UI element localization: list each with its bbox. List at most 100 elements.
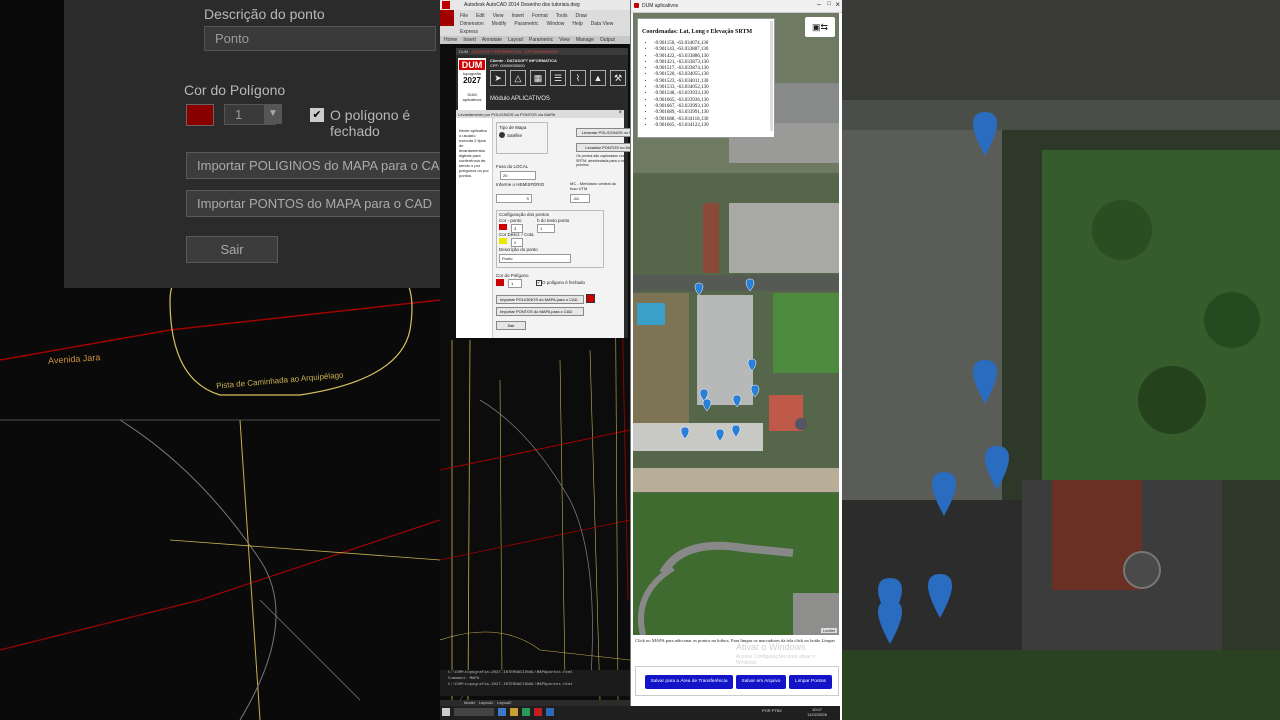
menu-file[interactable]: File: [460, 13, 468, 19]
poly-size-input[interactable]: 1: [508, 279, 522, 288]
chevron-down-icon[interactable]: ▼: [264, 104, 282, 124]
map-icon[interactable]: ▦: [530, 70, 546, 86]
leaflet-attribution[interactable]: Leaflet: [820, 628, 837, 633]
mountain-icon[interactable]: ▲: [590, 70, 606, 86]
map-markers: [680, 278, 760, 442]
browser-icon[interactable]: [546, 708, 554, 716]
doc-tab[interactable]: DUM: [459, 49, 468, 54]
cor-ponto-label: Cor - ponto: [499, 218, 522, 223]
clock[interactable]: 10:07 11/02/2026: [800, 707, 834, 717]
import-polygons-button[interactable]: Importar POLIGINOS do MAPA para o CAD: [186, 152, 440, 179]
menu-parametric[interactable]: Parametric: [514, 21, 538, 27]
app-icon: [634, 3, 639, 8]
polygon-color-label: Cor do Polígono: [184, 82, 286, 98]
descricao-input[interactable]: Ponto: [499, 254, 571, 263]
app-icon[interactable]: [498, 708, 506, 716]
poly-color-label: Cor do Polígono: [496, 273, 529, 278]
menu-express[interactable]: Express: [460, 29, 478, 35]
description-input[interactable]: Ponto: [204, 26, 436, 51]
subwindow-title: Levantamento por POLIGINOS ou PONTOS via…: [458, 112, 556, 117]
satellite-map[interactable]: ▣⇆ Coordenadas: Lat, Long e Elevação SRT…: [633, 13, 839, 635]
autocad-app-button[interactable]: [440, 10, 454, 26]
close-icon[interactable]: ×: [618, 110, 622, 116]
import-polygons-small-button[interactable]: Importar POLIGINOS do MAPA para o CAD: [496, 295, 584, 304]
search-box[interactable]: [454, 708, 494, 716]
h-texto-input[interactable]: 1: [537, 224, 555, 233]
ribbon-tab-manage[interactable]: Manage: [576, 37, 594, 43]
windows-watermark-text: Acesse Configurações para ativar o Windo…: [736, 654, 816, 666]
map-type-option[interactable]: Satélite: [499, 132, 522, 138]
ribbon-tab-output[interactable]: Output: [600, 37, 615, 43]
point-color-swatch[interactable]: [499, 224, 507, 230]
dum-subwindow: Levantamento por POLIGINOS ou PONTOS via…: [456, 110, 630, 338]
profile-icon[interactable]: ⌇: [570, 70, 586, 86]
points-note: Os pontos são capturados com a cota SRTM…: [576, 154, 630, 167]
ribbon-tab-layout[interactable]: Layout: [508, 37, 523, 43]
stop-icon[interactable]: [586, 294, 595, 303]
menu-data-view[interactable]: Data View: [591, 21, 614, 27]
save-clipboard-button[interactable]: Salvar para a Área de Transferência: [645, 675, 733, 689]
menu-edit[interactable]: Edit: [476, 13, 485, 19]
descr-color-swatch[interactable]: [499, 238, 507, 244]
capture-polygons-button[interactable]: Levantar POLIGONOS no MAPA: [576, 128, 630, 137]
menu-window[interactable]: Window: [547, 21, 565, 27]
autocad-title: Autodesk AutoCAD 2014 Desenho dos tutori…: [464, 2, 580, 8]
minimize-icon[interactable]: –: [817, 1, 821, 8]
descr-size-input[interactable]: 2: [511, 238, 523, 247]
menu-help[interactable]: Help: [572, 21, 582, 27]
autocad-icon[interactable]: [534, 708, 542, 716]
fuso-label: Fuso do LOCAL: [496, 164, 529, 169]
table-icon[interactable]: ☰: [550, 70, 566, 86]
polygon-closed-checkbox[interactable]: ✔: [310, 108, 324, 122]
poly-color-swatch[interactable]: [496, 279, 504, 286]
ribbon-tab-insert[interactable]: Insert: [463, 37, 476, 43]
menu-format[interactable]: Format: [532, 13, 548, 19]
app-icon[interactable]: [522, 708, 530, 716]
windows-watermark-title: Ativar o Windows: [736, 642, 806, 652]
menu-tools[interactable]: Tools: [556, 13, 568, 19]
dum-app-name: DUM aplicativos: [462, 92, 482, 102]
command-line[interactable]: C:\DUM\topografia-2027-INTERNACIONAL\MAP…: [440, 670, 630, 696]
import-points-small-button[interactable]: Importar PONTOS do MAPA para o CAD: [496, 307, 584, 316]
menu-view[interactable]: View: [493, 13, 504, 19]
radio-icon[interactable]: [499, 132, 505, 138]
client-line2: CPF: 00000000000: [490, 63, 525, 68]
folder-icon[interactable]: [510, 708, 518, 716]
browser-window: DUM aplicativos – □ × ▣⇆ Coordenadas: La…: [630, 0, 844, 720]
autocad-logo-icon: [442, 1, 450, 9]
location-icon[interactable]: ➤: [490, 70, 506, 86]
ribbon-tab-annotate[interactable]: Annotate: [482, 37, 502, 43]
menu-insert[interactable]: Insert: [511, 13, 524, 19]
clear-points-button[interactable]: Limpar Pontos: [789, 675, 832, 689]
start-icon[interactable]: [442, 708, 450, 716]
maximize-icon[interactable]: □: [827, 1, 831, 7]
zoomed-markers: [878, 112, 1009, 644]
dum-logo-box: DUM topografia 2027 DUM aplicativos: [458, 58, 486, 110]
language-indicator[interactable]: POR PTB2: [762, 709, 784, 713]
exit-small-button[interactable]: Sair: [496, 321, 526, 330]
triangle-icon[interactable]: △: [510, 70, 526, 86]
menu-row-1: File Edit View Insert Format Tools Draw: [460, 13, 587, 19]
menu-draw[interactable]: Draw: [575, 13, 587, 19]
capture-points-button[interactable]: Levantar PONTOS no MAPA: [576, 143, 630, 152]
ribbon-tab-view[interactable]: View: [559, 37, 570, 43]
windows-taskbar: POR PTB2 10:07 11/02/2026: [440, 706, 840, 720]
exit-button[interactable]: Sair: [186, 236, 278, 263]
ribbon-tab-home[interactable]: Home: [444, 37, 457, 43]
import-points-button[interactable]: Importar PONTOS do MAPA para o CAD: [186, 190, 440, 217]
hemisferio-input[interactable]: S: [496, 194, 532, 203]
command-line-3: C:\DUM\topografia-2027-INTERNACIONAL\MAP…: [448, 683, 573, 687]
close-window-icon[interactable]: ×: [835, 0, 840, 9]
tool-icon[interactable]: ⚒: [610, 70, 626, 86]
fuso-input[interactable]: 20: [500, 171, 536, 180]
dum-tabs: DUM DATASOFT INFORMÁTICA - CPF:000000000…: [456, 48, 628, 55]
save-file-button[interactable]: Salvar em Arquivo: [736, 675, 786, 689]
menu-modify[interactable]: Modify: [492, 21, 507, 27]
mc-input[interactable]: -63: [570, 194, 590, 203]
ribbon-tab-parametric[interactable]: Parametric: [529, 37, 553, 43]
polygon-color-swatch[interactable]: [186, 104, 214, 126]
map-marker-icon: [932, 472, 956, 516]
menu-dimension[interactable]: Dimension: [460, 21, 484, 27]
company-tab[interactable]: DATASOFT INFORMÁTICA - CPF:00000000000: [472, 49, 558, 54]
descricao-label: Descrição do ponto: [499, 247, 538, 252]
